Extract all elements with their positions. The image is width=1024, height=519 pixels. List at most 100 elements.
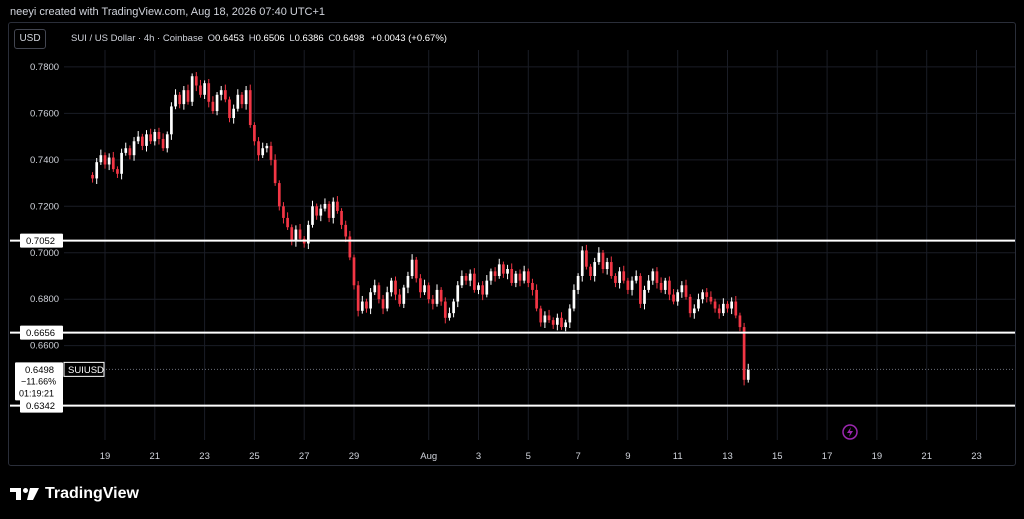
candle-body: [211, 101, 215, 112]
candle-body: [526, 271, 530, 283]
candle-body: [327, 203, 331, 218]
candle-body: [427, 285, 431, 300]
candle-body: [464, 275, 468, 281]
candle-body: [697, 299, 700, 309]
symbol-tag-label: SUIUSD: [68, 365, 104, 376]
y-tick-label: 0.7400: [30, 155, 59, 166]
candle-body: [91, 174, 94, 179]
x-tick-label: 23: [971, 451, 982, 462]
candle-body: [435, 289, 439, 304]
candle-body: [730, 301, 733, 309]
candle-body: [668, 280, 671, 295]
x-axis: 19 21 23 25 27 29 Aug 3 5 7 9 11 13 15 17 19 21 23: [100, 451, 982, 462]
candle-body: [535, 289, 538, 309]
candle-body: [726, 303, 729, 309]
candle-body: [340, 210, 343, 225]
price-chart[interactable]: 0.7800 0.7600 0.7400 0.7200 0.7000 0.6800 0.66…: [0, 0, 1024, 519]
last-price-value: 0.6498: [25, 365, 54, 376]
candle-body: [560, 317, 563, 328]
candle-body: [622, 271, 626, 281]
candle-body: [601, 252, 605, 270]
candle-body: [709, 296, 713, 302]
candle-body: [157, 131, 161, 139]
x-tick-label: 17: [822, 451, 833, 462]
candle-body: [107, 157, 111, 165]
candle-body: [510, 269, 514, 283]
y-tick-label: 0.6600: [30, 341, 59, 352]
candle-body: [224, 90, 227, 100]
x-tick-label: 21: [921, 451, 932, 462]
candle-body: [244, 90, 248, 105]
candle-body: [643, 289, 646, 304]
candle-body: [605, 262, 609, 270]
candle-body: [539, 308, 543, 323]
candle-body: [502, 264, 505, 274]
candle-body: [174, 94, 177, 107]
candle-body: [489, 271, 493, 281]
price-level-label: 0.6342: [26, 401, 55, 412]
candle-body: [452, 301, 455, 314]
candle-body: [663, 280, 667, 290]
candle-body: [323, 203, 327, 209]
candle-body: [124, 148, 128, 153]
candle-body: [215, 94, 219, 112]
candle-body: [680, 285, 684, 293]
candles: [91, 72, 750, 386]
candle-body: [360, 301, 364, 311]
candle-body: [248, 90, 252, 126]
candle-body: [373, 285, 377, 293]
candle-body: [348, 236, 352, 258]
candle-body: [257, 141, 260, 156]
x-tick-label: 29: [349, 451, 360, 462]
y-tick-label: 0.7000: [30, 248, 59, 259]
candle-body: [294, 229, 298, 242]
candle-body: [543, 315, 547, 323]
candle-body: [190, 76, 194, 102]
candle-body: [207, 83, 211, 102]
candle-body: [497, 264, 501, 276]
candle-body: [203, 83, 206, 95]
candle-body: [597, 252, 601, 263]
x-tick-label: 13: [722, 451, 733, 462]
candle-body: [468, 273, 472, 281]
brand-footer: TradingView: [10, 485, 139, 503]
y-tick-label: 0.7200: [30, 201, 59, 212]
candle-body: [722, 303, 725, 314]
candle-body: [568, 308, 572, 323]
x-tick-label: 9: [625, 451, 630, 462]
brand-name: TradingView: [45, 485, 139, 502]
candle-body: [477, 285, 480, 290]
price-level-label: 0.6656: [26, 328, 55, 339]
y-axis: 0.7800 0.7600 0.7400 0.7200 0.7000 0.6800 0.66…: [30, 62, 59, 352]
candle-body: [572, 289, 576, 309]
price-levels: 0.7052 0.6656 0.6342: [10, 233, 1015, 413]
candle-body: [746, 369, 750, 380]
candle-body: [593, 262, 597, 276]
candle-body: [103, 155, 107, 165]
candle-body: [585, 250, 588, 267]
candle-body: [576, 275, 580, 290]
candle-body: [659, 282, 663, 290]
candle-body: [236, 94, 240, 109]
candle-body: [319, 208, 323, 216]
x-tick-label: 11: [673, 451, 683, 462]
candle-body: [298, 229, 302, 239]
y-tick-label: 0.7600: [30, 108, 59, 119]
candle-body: [485, 280, 489, 295]
candle-body: [99, 155, 103, 163]
candle-body: [651, 271, 655, 281]
candle-body: [439, 289, 443, 302]
candle-body: [377, 285, 381, 300]
candle-body: [410, 259, 414, 276]
candle-body: [618, 271, 621, 283]
x-tick-label: 5: [526, 451, 531, 462]
candle-body: [365, 301, 368, 309]
candle-body: [161, 138, 165, 149]
candle-body: [634, 275, 638, 281]
candle-body: [331, 201, 335, 218]
y-tick-label: 0.6800: [30, 294, 59, 305]
candle-body: [352, 257, 356, 286]
candle-body: [738, 315, 742, 328]
candle-body: [431, 299, 435, 304]
candle-body: [551, 320, 555, 325]
